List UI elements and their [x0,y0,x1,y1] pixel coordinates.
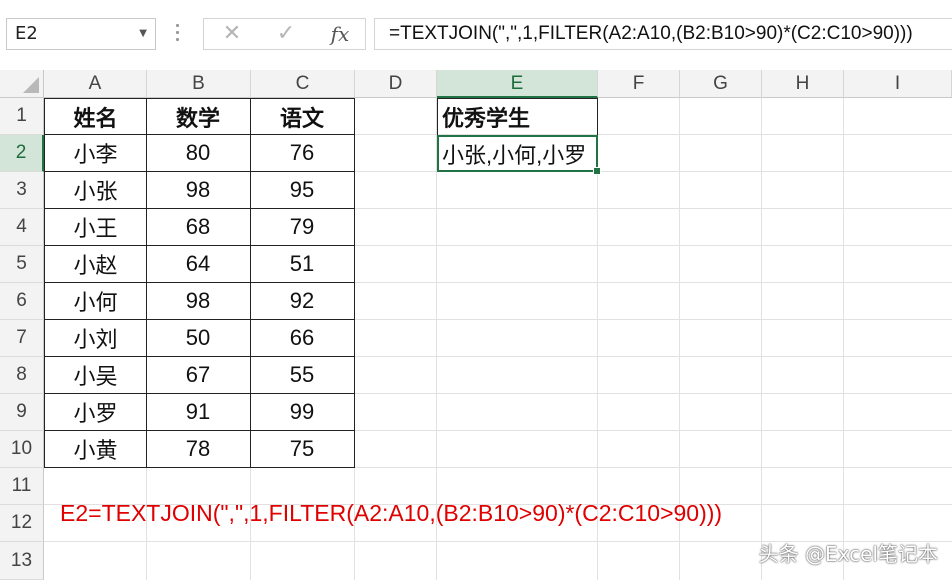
table-cell[interactable]: 98 [146,282,251,320]
name-box-value: E2 [15,23,38,44]
table-cell[interactable]: 小李 [44,134,147,172]
table-cell[interactable]: 66 [250,319,355,357]
table-cell[interactable]: 小赵 [44,245,147,283]
row-header-1[interactable]: 1 [0,98,44,135]
result-header-cell[interactable]: 优秀学生 [437,98,598,136]
fill-handle[interactable] [593,167,601,175]
cancel-icon[interactable]: ✕ [214,19,250,49]
row-header-12[interactable]: 12 [0,505,44,542]
select-all-button[interactable] [0,70,44,98]
gridline-vertical [843,98,844,580]
insert-function-icon[interactable]: fx [322,19,358,49]
row-header-6[interactable]: 6 [0,283,44,320]
table-cell[interactable]: 小王 [44,208,147,246]
table-header-cell[interactable]: 姓名 [44,98,147,135]
active-cell-e2[interactable]: 小张,小何,小罗 [437,135,598,172]
table-cell[interactable]: 76 [250,134,355,172]
drag-handle-icon[interactable] [176,24,180,44]
column-header-a[interactable]: A [44,70,147,98]
table-header-cell[interactable]: 数学 [146,98,251,135]
table-cell[interactable]: 98 [146,171,251,209]
table-cell[interactable]: 50 [146,319,251,357]
formula-note: E2=TEXTJOIN(",",1,FILTER(A2:A10,(B2:B10>… [60,500,723,526]
formula-bar: E2 ▼ ✕ ✓ fx =TEXTJOIN(",",1,FILTER(A2:A1… [0,0,952,68]
row-header-2[interactable]: 2 [0,135,44,172]
table-header-cell[interactable]: 语文 [250,98,355,135]
table-cell[interactable]: 小张 [44,171,147,209]
table-cell[interactable]: 91 [146,393,251,431]
table-cell[interactable]: 79 [250,208,355,246]
column-header-c[interactable]: C [251,70,355,98]
watermark: 头条 @Excel笔记本 [758,542,938,566]
table-cell[interactable]: 小黄 [44,430,147,468]
row-header-8[interactable]: 8 [0,357,44,394]
row-header-11[interactable]: 11 [0,468,44,505]
formula-buttons: ✕ ✓ fx [203,18,366,50]
column-header-i[interactable]: I [844,70,952,98]
table-cell[interactable]: 55 [250,356,355,394]
row-header-10[interactable]: 10 [0,431,44,468]
table-cell[interactable]: 小何 [44,282,147,320]
table-cell[interactable]: 92 [250,282,355,320]
table-cell[interactable]: 95 [250,171,355,209]
row-header-3[interactable]: 3 [0,172,44,209]
enter-icon[interactable]: ✓ [268,19,304,49]
table-cell[interactable]: 78 [146,430,251,468]
table-cell[interactable]: 51 [250,245,355,283]
column-header-d[interactable]: D [355,70,437,98]
column-header-h[interactable]: H [762,70,844,98]
formula-input[interactable]: =TEXTJOIN(",",1,FILTER(A2:A10,(B2:B10>90… [374,18,952,50]
name-box[interactable]: E2 ▼ [6,18,156,50]
column-header-f[interactable]: F [598,70,680,98]
table-cell[interactable]: 64 [146,245,251,283]
table-cell[interactable]: 68 [146,208,251,246]
row-header-7[interactable]: 7 [0,320,44,357]
column-header-b[interactable]: B [147,70,251,98]
table-cell[interactable]: 小罗 [44,393,147,431]
gridline-vertical [761,98,762,580]
row-header-9[interactable]: 9 [0,394,44,431]
row-header-4[interactable]: 4 [0,209,44,246]
table-cell[interactable]: 67 [146,356,251,394]
table-cell[interactable]: 80 [146,134,251,172]
table-cell[interactable]: 小吴 [44,356,147,394]
column-header-e[interactable]: E [437,70,598,98]
table-cell[interactable]: 小刘 [44,319,147,357]
chevron-down-icon[interactable]: ▼ [139,19,147,49]
column-header-g[interactable]: G [680,70,762,98]
table-cell[interactable]: 99 [250,393,355,431]
table-cell[interactable]: 75 [250,430,355,468]
row-header-13[interactable]: 13 [0,542,44,580]
row-header-5[interactable]: 5 [0,246,44,283]
